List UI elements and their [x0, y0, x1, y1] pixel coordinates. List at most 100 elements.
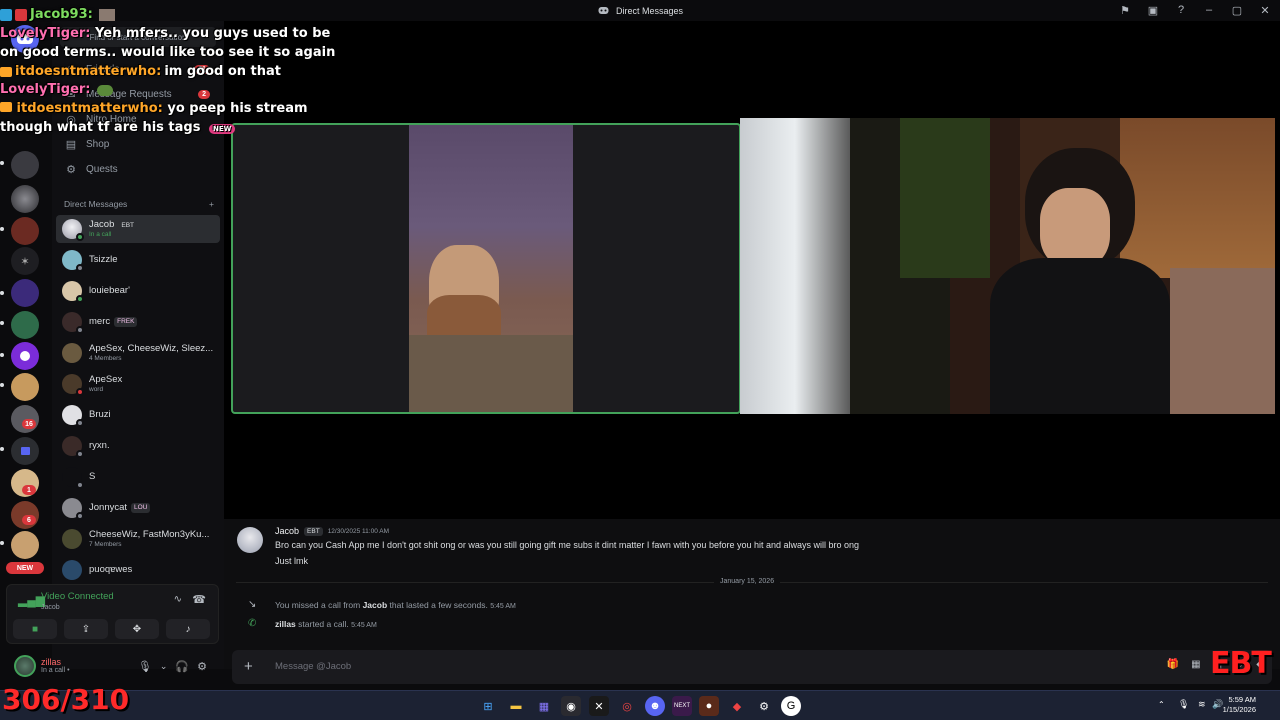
dm-item-jacob[interactable]: Jacob EBT In a call [56, 215, 220, 243]
avatar[interactable] [14, 655, 36, 677]
avatar [62, 529, 82, 549]
tray-chevron-icon[interactable]: ⌃ [1158, 700, 1165, 709]
noise-suppression-icon[interactable]: ∿ [174, 594, 182, 605]
message-header: Jacob EBT 12/30/2025 11:00 AM [275, 526, 389, 536]
server-icon[interactable] [11, 217, 39, 245]
help-icon[interactable]: ? [1174, 3, 1188, 17]
dm-name: Jonnycat [89, 501, 128, 513]
server-icon[interactable] [11, 151, 39, 179]
user-name: zillas [41, 656, 62, 667]
steam-icon[interactable]: ⚙ [754, 696, 774, 716]
dm-item[interactable]: Bruzi [56, 401, 220, 429]
widgets-icon[interactable]: ▦ [534, 696, 554, 716]
soundboard-button[interactable]: ♪ [166, 619, 210, 639]
maximize-button[interactable]: ▢ [1230, 3, 1244, 17]
screen-share-button[interactable]: ⇪ [64, 619, 108, 639]
dm-item[interactable]: ApeSex word [56, 370, 220, 398]
ebt-watermark: EBT [1210, 646, 1272, 681]
disconnect-icon[interactable]: ☎ [192, 593, 206, 606]
attach-plus-icon[interactable]: + [244, 658, 253, 675]
shop-icon: ▤ [65, 138, 77, 151]
unread-indicator [0, 161, 4, 165]
video-tile-streamer[interactable] [740, 118, 1275, 414]
star-server-icon[interactable]: ✶ [11, 247, 39, 275]
dm-item[interactable]: S [56, 463, 220, 491]
camera-button[interactable]: ■ [13, 619, 57, 639]
server-icon[interactable] [11, 185, 39, 213]
message-composer: + Message @Jacob 🎁 ▦ ▧ ☺ ◆ [232, 650, 1272, 684]
app-icon[interactable]: ● [699, 696, 719, 716]
chrome-icon[interactable]: ◎ [617, 696, 637, 716]
dm-item[interactable]: ryxn. [56, 432, 220, 460]
overlay-chat-line: LovelyTiger: [0, 81, 340, 100]
headphones-icon[interactable]: 🎧 [175, 660, 189, 673]
message-input[interactable]: Message @Jacob [275, 661, 351, 672]
capcut-icon[interactable]: ✕ [589, 696, 609, 716]
unread-indicator [0, 541, 4, 545]
avatar [62, 281, 84, 303]
server-icon[interactable] [11, 531, 39, 559]
screen-share-icon[interactable]: ▣ [1146, 3, 1160, 17]
inbox-flag-icon[interactable]: ⚑ [1118, 3, 1132, 17]
app-icon[interactable]: ◆ [727, 696, 747, 716]
chat-message: im good on that [164, 63, 282, 79]
settings-gear-icon[interactable]: ⚙ [197, 660, 207, 673]
missed-call-icon: ↘ [248, 599, 257, 610]
dm-item[interactable]: puoqɐwes [56, 556, 220, 584]
message-author[interactable]: Jacob [275, 526, 299, 536]
overlay-chat-line: LovelyTiger: Yeh mfers.. you guys used t… [0, 25, 340, 63]
unread-indicator [0, 227, 4, 231]
sys-text: You missed a call from [275, 600, 361, 610]
wifi-icon[interactable]: ≋ [1198, 699, 1206, 710]
dm-item[interactable]: CheeseWiz, FastMon3yKu... 7 Members [56, 525, 220, 553]
new-unreads-pill[interactable]: NEW [6, 562, 44, 574]
avatar [62, 219, 84, 241]
dm-name: ApeSex [89, 374, 123, 386]
crown-badge-icon [0, 102, 12, 113]
minimize-button[interactable]: – [1202, 3, 1216, 17]
dm-name: Bruzi [89, 408, 111, 420]
sys-user[interactable]: zillas [275, 619, 296, 629]
gif-icon[interactable]: ▦ [1191, 659, 1200, 670]
activities-button[interactable]: ✥ [115, 619, 159, 639]
dm-item[interactable]: ApeSex, CheeseWiz, Sleez... 4 Members [56, 339, 220, 367]
dm-members: 7 Members [89, 540, 122, 548]
dm-item[interactable]: louiebear' [56, 277, 220, 305]
avatar [62, 498, 84, 520]
close-button[interactable]: ✕ [1258, 3, 1272, 17]
obs-icon[interactable]: ◉ [561, 696, 581, 716]
dm-item[interactable]: merc FREK [56, 308, 220, 336]
discord-taskbar-icon[interactable]: ☻ [645, 696, 665, 716]
eye-server-icon[interactable] [11, 342, 39, 370]
dm-item[interactable]: Jonnycat LOU [56, 494, 220, 522]
chat-area: Jacob EBT 12/30/2025 11:00 AM Bro can yo… [224, 519, 1280, 669]
server-icon[interactable] [11, 279, 39, 307]
server-icon[interactable] [11, 311, 39, 339]
mic-icon[interactable]: 🎙 [138, 660, 152, 673]
avatar [62, 405, 84, 427]
chat-username: itdoesntmatterwho: [15, 63, 162, 79]
gift-icon[interactable]: 🎁 [1167, 659, 1179, 670]
system-clock[interactable]: 5:59 AM 1/15/2026 [1223, 695, 1256, 715]
dm-name: S [89, 470, 96, 482]
avatar[interactable] [237, 527, 263, 553]
app-icon[interactable]: G [781, 696, 801, 716]
tray-mic-icon[interactable]: 🎙 [1178, 699, 1189, 710]
windows-start-icon[interactable]: ⊞ [478, 696, 498, 716]
dm-name: merc [89, 315, 111, 327]
overlay-chat-line: itdoesntmatterwho: im good on that [0, 63, 340, 82]
dm-item[interactable]: Tsizzle [56, 246, 220, 274]
volume-icon[interactable]: 🔊 [1212, 699, 1223, 710]
dm-tag: FREK [114, 317, 138, 327]
folder-icon[interactable] [11, 437, 39, 465]
chevron-down-icon[interactable]: ⌄ [160, 661, 168, 672]
dm-members: 4 Members [89, 354, 122, 362]
dm-header-label: Direct Messages [64, 199, 128, 209]
video-tile-jacob[interactable] [231, 123, 741, 414]
sys-user[interactable]: Jacob [363, 600, 388, 610]
add-dm-icon[interactable]: + [209, 199, 214, 209]
file-explorer-icon[interactable]: ▬ [506, 696, 526, 716]
nav-quests[interactable]: ⚙ Quests [60, 158, 220, 180]
server-icon[interactable] [11, 373, 39, 401]
next-app-icon[interactable]: NEXT [672, 696, 692, 716]
